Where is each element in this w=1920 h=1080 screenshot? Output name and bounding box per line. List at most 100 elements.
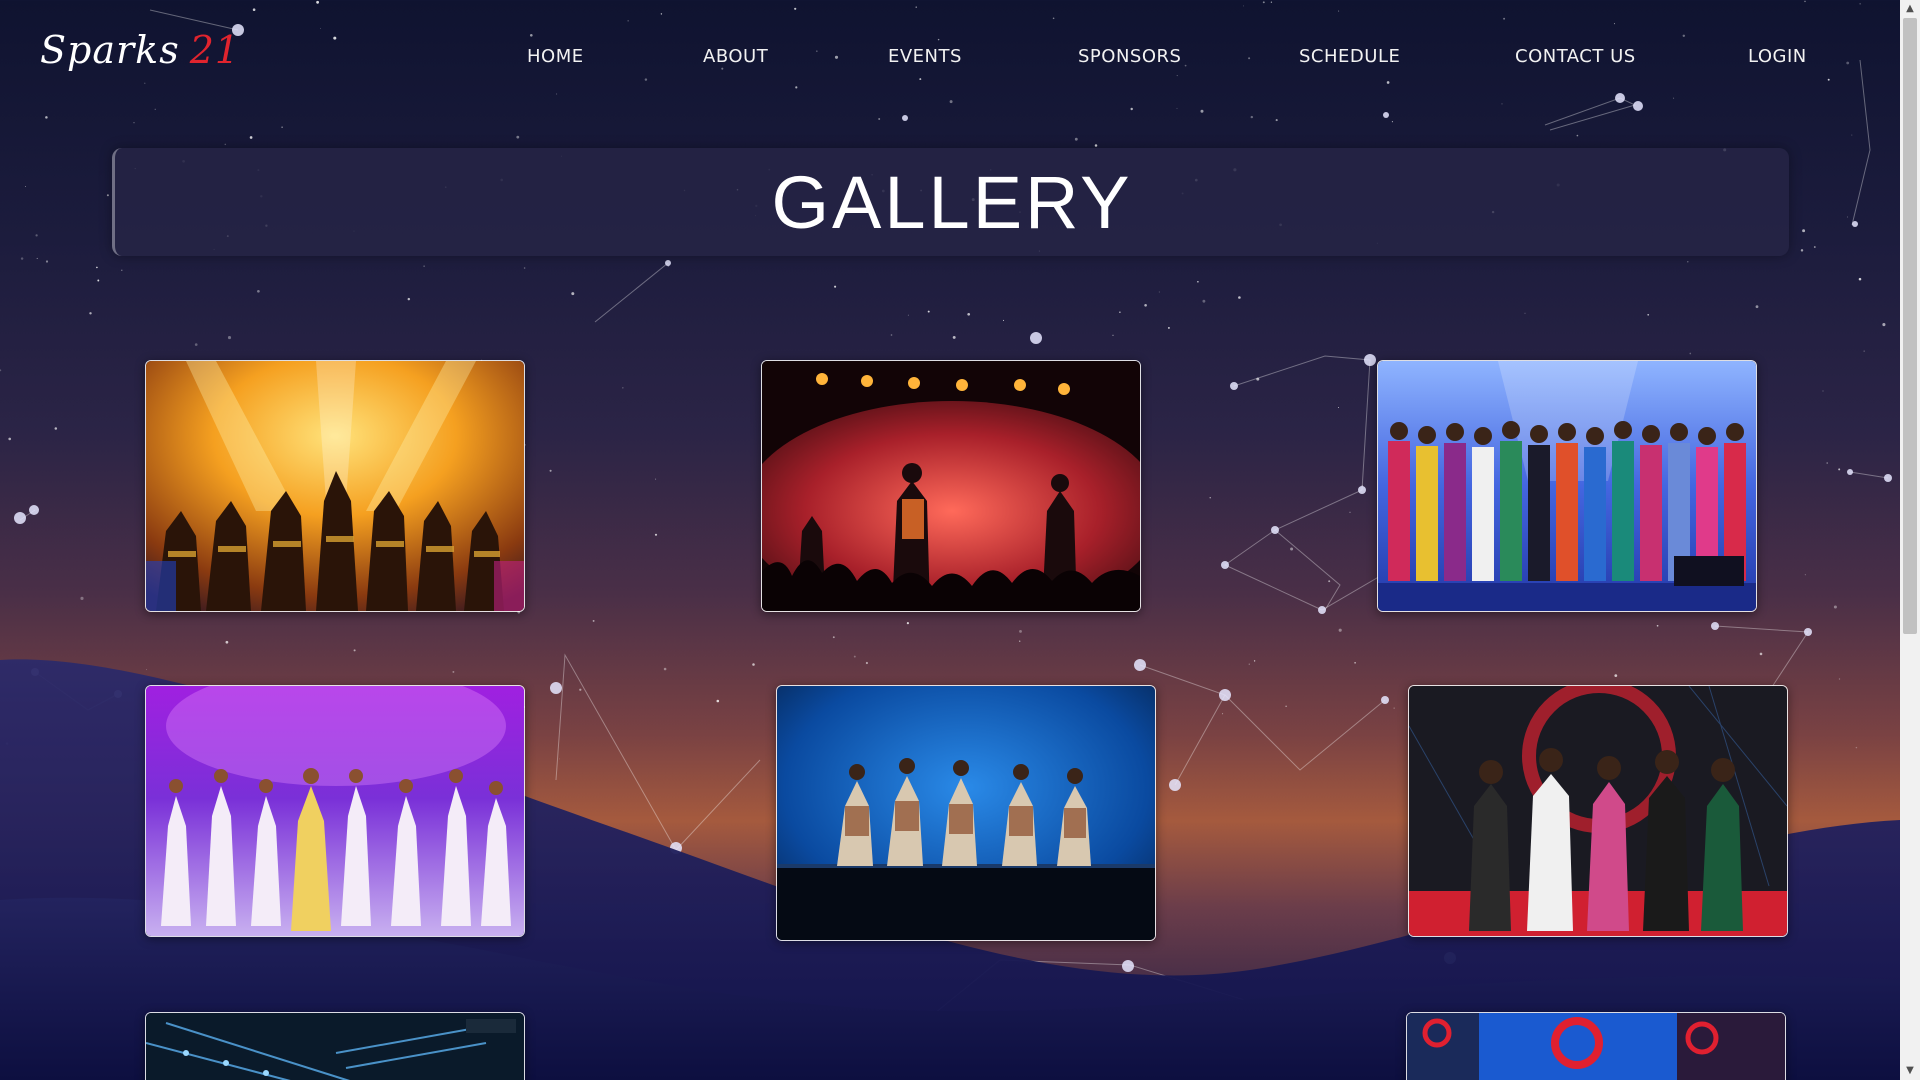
star: [1804, 574, 1806, 576]
star: [906, 622, 909, 625]
nav-sponsors-link[interactable]: SPONSORS: [1078, 46, 1181, 67]
star: [252, 8, 256, 11]
star: [1253, 660, 1256, 662]
star: [1682, 34, 1686, 37]
star: [423, 265, 425, 267]
star: [1197, 280, 1199, 283]
star: [1833, 605, 1837, 609]
star: [1119, 311, 1121, 313]
star: [1338, 628, 1342, 632]
star: [1158, 291, 1160, 293]
star: [1826, 462, 1828, 464]
star: [794, 7, 797, 10]
star: [1242, 5, 1244, 7]
star: [249, 136, 253, 139]
gallery-photo[interactable]: [145, 360, 525, 612]
star: [146, 669, 148, 671]
nav-home-link[interactable]: HOME: [527, 46, 584, 67]
scrollbar-thumb[interactable]: [1903, 18, 1917, 634]
star: [1863, 350, 1865, 352]
star: [622, 387, 624, 389]
gallery-photo[interactable]: [1406, 1012, 1786, 1080]
star: [1176, 107, 1178, 109]
star: [36, 257, 38, 259]
star: [1393, 707, 1395, 709]
star: [1804, 0, 1806, 3]
star: [890, 334, 893, 336]
star: [224, 143, 227, 146]
star: [1094, 144, 1098, 147]
gallery-photo[interactable]: [1408, 685, 1788, 937]
scroll-up-arrow-icon[interactable]: ▲: [1900, 0, 1920, 18]
star: [1614, 674, 1618, 677]
star: [660, 13, 663, 15]
star: [121, 269, 123, 271]
star: [353, 649, 356, 652]
page-scrollbar[interactable]: ▲ ▼: [1900, 0, 1920, 1080]
star: [1200, 109, 1204, 113]
star: [1052, 17, 1055, 20]
star: [523, 267, 526, 269]
star: [1687, 261, 1689, 263]
nav-events-link[interactable]: EVENTS: [888, 46, 962, 67]
gallery-photo[interactable]: [1377, 360, 1757, 612]
star: [54, 427, 58, 430]
gallery-photo[interactable]: [145, 1012, 525, 1080]
star: [1524, 312, 1526, 314]
star: [133, 122, 135, 124]
star: [1656, 624, 1659, 627]
page-title: GALLERY: [771, 160, 1133, 244]
star: [927, 310, 930, 313]
star: [106, 194, 109, 197]
star: [1074, 137, 1078, 141]
star: [97, 279, 100, 282]
star: [1838, 468, 1841, 471]
star: [795, 86, 798, 89]
star: [907, 314, 909, 316]
star: [644, 78, 648, 81]
star: [8, 437, 12, 441]
star: [1002, 319, 1005, 321]
star: [1859, 3, 1861, 5]
star: [1112, 334, 1114, 336]
star: [1167, 326, 1170, 329]
star: [915, 6, 917, 8]
nav-contact-us-link[interactable]: CONTACT US: [1515, 46, 1636, 67]
star: [937, 38, 940, 41]
star: [1802, 229, 1806, 233]
star: [281, 126, 283, 128]
star: [154, 108, 156, 110]
photo-group-backdrop: [1409, 686, 1787, 936]
gallery-photo[interactable]: [776, 685, 1156, 941]
photo-fashion-show-blue: [1378, 361, 1756, 611]
scroll-down-arrow-icon[interactable]: ▼: [1900, 1062, 1920, 1080]
star: [1827, 78, 1830, 81]
gallery-photo[interactable]: [761, 360, 1141, 612]
gallery-photo[interactable]: [145, 685, 525, 937]
star: [194, 343, 198, 346]
star: [559, 758, 560, 760]
star: [1755, 305, 1759, 309]
star: [1858, 277, 1862, 281]
star: [1130, 107, 1133, 111]
star: [1361, 485, 1363, 487]
star: [1270, 1, 1273, 3]
star: [1503, 17, 1506, 20]
star: [832, 636, 835, 639]
star: [1882, 323, 1886, 327]
nav-login-link[interactable]: LOGIN: [1748, 46, 1807, 67]
star: [1501, 103, 1503, 105]
star: [1019, 640, 1021, 642]
star: [1209, 497, 1211, 499]
nav-schedule-link[interactable]: SCHEDULE: [1299, 46, 1400, 67]
star: [452, 670, 455, 673]
star: [1202, 299, 1206, 303]
star: [144, 82, 146, 84]
photo-group-dance-blue: [777, 686, 1155, 940]
nav-about-link[interactable]: ABOUT: [703, 46, 768, 67]
star: [752, 663, 755, 666]
star: [853, 655, 856, 658]
star: [1851, 134, 1853, 136]
star: [1290, 547, 1294, 551]
star: [571, 292, 575, 296]
